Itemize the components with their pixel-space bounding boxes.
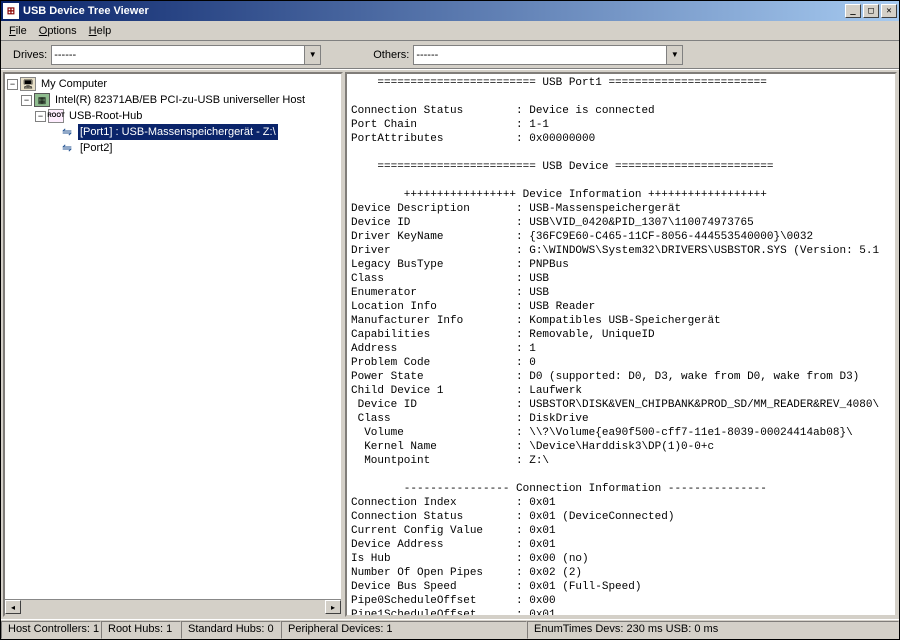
- tree-label: [Port2]: [78, 140, 114, 156]
- tree-label: Intel(R) 82371AB/EB PCI-zu-USB universel…: [53, 92, 307, 108]
- maximize-button[interactable]: □: [863, 4, 879, 18]
- tree-node-port2[interactable]: ⇋ [Port2]: [7, 140, 339, 156]
- tree-label: USB-Root-Hub: [67, 108, 144, 124]
- tree-label-selected: [Port1] : USB-Massenspeichergerät - Z:\: [78, 124, 278, 140]
- tree-label: My Computer: [39, 76, 109, 92]
- content-area: − 🖥 My Computer − ▦ Intel(R) 82371AB/EB …: [1, 69, 899, 619]
- menu-options[interactable]: Options: [33, 23, 83, 39]
- others-value: ------: [416, 49, 438, 61]
- scroll-right-icon[interactable]: ▸: [325, 600, 341, 614]
- tree-node-root-hub[interactable]: − ROOT USB-Root-Hub: [7, 108, 339, 124]
- device-tree[interactable]: − 🖥 My Computer − ▦ Intel(R) 82371AB/EB …: [5, 74, 341, 158]
- minimize-button[interactable]: _: [845, 4, 861, 18]
- root-hub-icon: ROOT: [48, 109, 64, 123]
- status-standard-hubs: Standard Hubs: 0: [181, 621, 281, 639]
- statusbar: Host Controllers: 1 Root Hubs: 1 Standar…: [1, 619, 899, 639]
- chevron-down-icon[interactable]: ▼: [304, 46, 320, 64]
- drives-value: ------: [54, 49, 76, 61]
- computer-icon: 🖥: [20, 77, 36, 91]
- tree-pane[interactable]: − 🖥 My Computer − ▦ Intel(R) 82371AB/EB …: [3, 72, 343, 617]
- collapse-icon[interactable]: −: [7, 79, 18, 90]
- close-button[interactable]: ✕: [881, 4, 897, 18]
- tree-node-port1[interactable]: ⇋ [Port1] : USB-Massenspeichergerät - Z:…: [7, 124, 339, 140]
- toolbar: Drives: ------ ▼ Others: ------ ▼: [1, 41, 899, 69]
- menubar: File Options Help: [1, 21, 899, 41]
- usb-device-icon: ⇋: [59, 125, 75, 139]
- status-peripheral-devices: Peripheral Devices: 1: [281, 621, 527, 639]
- status-host-controllers: Host Controllers: 1: [1, 621, 101, 639]
- chevron-down-icon[interactable]: ▼: [666, 46, 682, 64]
- others-combo[interactable]: ------ ▼: [413, 45, 683, 65]
- scroll-left-icon[interactable]: ◂: [5, 600, 21, 614]
- drives-combo[interactable]: ------ ▼: [51, 45, 321, 65]
- detail-text: ======================== USB Port1 =====…: [351, 77, 879, 617]
- app-icon: ⊞: [3, 3, 19, 19]
- others-label: Others:: [373, 49, 409, 61]
- tree-node-host-controller[interactable]: − ▦ Intel(R) 82371AB/EB PCI-zu-USB unive…: [7, 92, 339, 108]
- window-title: USB Device Tree Viewer: [23, 5, 149, 17]
- status-root-hubs: Root Hubs: 1: [101, 621, 181, 639]
- host-controller-icon: ▦: [34, 93, 50, 107]
- usb-port-icon: ⇋: [59, 141, 75, 155]
- status-enum-times: EnumTimes Devs: 230 ms USB: 0 ms: [527, 621, 899, 639]
- detail-pane[interactable]: ======================== USB Port1 =====…: [345, 72, 897, 617]
- collapse-icon[interactable]: −: [21, 95, 32, 106]
- titlebar[interactable]: ⊞ USB Device Tree Viewer _ □ ✕: [1, 1, 899, 21]
- menu-file[interactable]: File: [3, 23, 33, 39]
- tree-node-my-computer[interactable]: − 🖥 My Computer: [7, 76, 339, 92]
- menu-help[interactable]: Help: [83, 23, 118, 39]
- drives-label: Drives:: [13, 49, 47, 61]
- collapse-icon[interactable]: −: [35, 111, 46, 122]
- horizontal-scrollbar[interactable]: ◂ ▸: [5, 599, 341, 615]
- app-window: ⊞ USB Device Tree Viewer _ □ ✕ File Opti…: [0, 0, 900, 640]
